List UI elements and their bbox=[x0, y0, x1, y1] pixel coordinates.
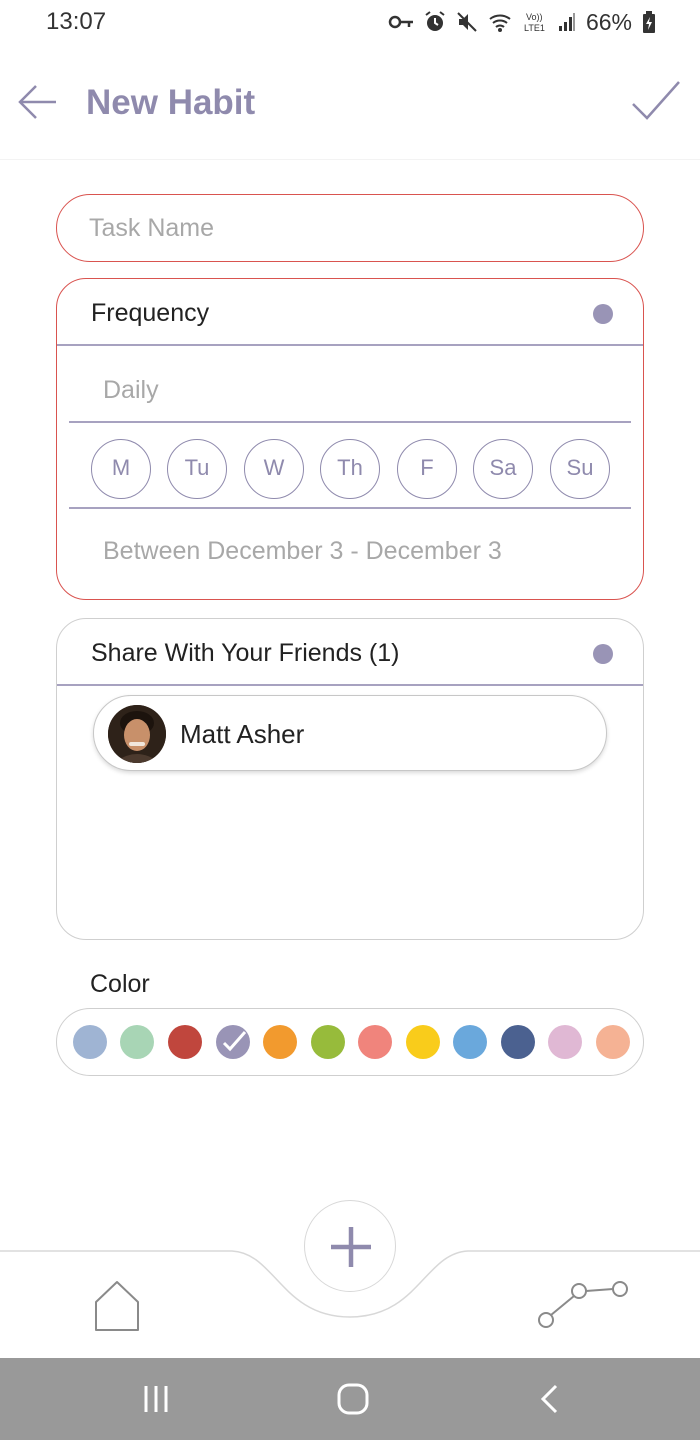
signal-icon bbox=[558, 13, 575, 31]
recents-button[interactable] bbox=[136, 1382, 176, 1416]
vpn-key-icon bbox=[388, 15, 413, 29]
day-chip-saturday[interactable]: Sa bbox=[473, 439, 533, 499]
color-label: Color bbox=[90, 970, 150, 998]
checkmark-icon bbox=[222, 1031, 247, 1052]
battery-percent: 66% bbox=[585, 8, 632, 35]
task-name-input[interactable] bbox=[89, 210, 609, 246]
system-nav-bar bbox=[0, 1358, 700, 1440]
color-swatch-navy[interactable] bbox=[501, 1025, 535, 1059]
system-home-button[interactable] bbox=[333, 1382, 373, 1416]
color-swatch-light-blue[interactable] bbox=[73, 1025, 107, 1059]
frequency-card: Frequency Daily M Tu W Th F Sa Su Betwee… bbox=[56, 278, 644, 600]
nav-stats-button[interactable] bbox=[534, 1278, 634, 1330]
arrow-left-icon bbox=[18, 85, 56, 119]
day-chip-wednesday[interactable]: W bbox=[244, 439, 304, 499]
color-swatch-lavender-selected[interactable] bbox=[216, 1025, 250, 1059]
weekday-selector: M Tu W Th F Sa Su bbox=[91, 439, 611, 501]
plus-icon bbox=[331, 1227, 371, 1267]
color-swatch-green[interactable] bbox=[311, 1025, 345, 1059]
mute-icon bbox=[457, 12, 477, 32]
volte-icon: Vo))LTE1 bbox=[524, 12, 545, 33]
svg-text:Vo)): Vo)) bbox=[526, 12, 543, 22]
share-indicator-dot bbox=[593, 644, 613, 664]
day-chip-thursday[interactable]: Th bbox=[320, 439, 380, 499]
status-time: 13:07 bbox=[46, 8, 107, 35]
color-swatch-sky-blue[interactable] bbox=[453, 1025, 487, 1059]
back-chevron-icon bbox=[540, 1384, 558, 1414]
color-swatch-salmon[interactable] bbox=[358, 1025, 392, 1059]
date-range[interactable]: Between December 3 - December 3 bbox=[103, 537, 502, 566]
wifi-icon bbox=[489, 14, 511, 32]
color-swatch-orange[interactable] bbox=[263, 1025, 297, 1059]
color-swatch-pink[interactable] bbox=[548, 1025, 582, 1059]
divider bbox=[69, 507, 631, 509]
stats-icon bbox=[538, 1281, 628, 1328]
add-habit-button[interactable] bbox=[304, 1200, 396, 1292]
app-bar: New Habit bbox=[0, 48, 700, 160]
battery-icon bbox=[643, 11, 655, 33]
task-name-field[interactable] bbox=[56, 194, 644, 262]
svg-text:LTE1: LTE1 bbox=[524, 23, 545, 33]
divider bbox=[69, 421, 631, 423]
status-bar: 13:07 Vo)) LTE1 66% bbox=[0, 0, 700, 48]
color-picker bbox=[56, 1008, 644, 1076]
color-swatch-mint[interactable] bbox=[120, 1025, 154, 1059]
frequency-label: Frequency bbox=[91, 299, 210, 327]
bottom-nav bbox=[0, 1200, 700, 1358]
share-card: Share With Your Friends (1) Matt Asher bbox=[56, 618, 644, 940]
day-chip-monday[interactable]: M bbox=[91, 439, 151, 499]
color-swatch-yellow[interactable] bbox=[406, 1025, 440, 1059]
day-chip-sunday[interactable]: Su bbox=[550, 439, 610, 499]
frequency-indicator-dot bbox=[593, 304, 613, 324]
confirm-button[interactable] bbox=[630, 78, 682, 124]
checkmark-icon bbox=[632, 81, 680, 120]
system-back-button[interactable] bbox=[530, 1382, 570, 1416]
recents-icon bbox=[144, 1386, 168, 1412]
color-swatch-peach[interactable] bbox=[596, 1025, 630, 1059]
friend-chip[interactable]: Matt Asher bbox=[93, 695, 607, 771]
share-label: Share With Your Friends (1) bbox=[91, 639, 400, 667]
day-chip-friday[interactable]: F bbox=[397, 439, 457, 499]
frequency-type[interactable]: Daily bbox=[103, 376, 159, 405]
status-icons: Vo)) LTE1 66% bbox=[388, 8, 656, 36]
share-header[interactable]: Share With Your Friends (1) bbox=[57, 619, 643, 686]
color-swatch-red[interactable] bbox=[168, 1025, 202, 1059]
page-title: New Habit bbox=[86, 83, 256, 122]
nav-home-button[interactable] bbox=[92, 1278, 142, 1334]
alarm-icon bbox=[425, 11, 445, 31]
frequency-header[interactable]: Frequency bbox=[57, 279, 643, 346]
back-button[interactable] bbox=[16, 80, 60, 124]
avatar bbox=[108, 705, 166, 763]
day-chip-tuesday[interactable]: Tu bbox=[167, 439, 227, 499]
home-icon bbox=[95, 1281, 139, 1331]
friend-name: Matt Asher bbox=[180, 719, 305, 749]
home-circle-icon bbox=[337, 1383, 369, 1415]
